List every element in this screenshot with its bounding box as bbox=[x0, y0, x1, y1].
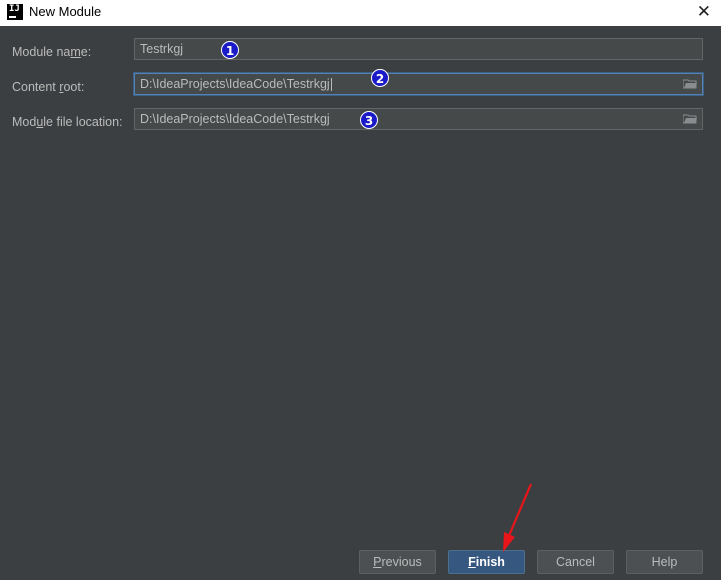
module-file-location-label-text: Module file location: bbox=[12, 115, 123, 129]
help-button[interactable]: Help bbox=[626, 550, 703, 574]
module-file-location-label: Module file location: bbox=[12, 115, 123, 129]
module-file-location-value: D:\IdeaProjects\IdeaCode\Testrkgj bbox=[140, 112, 330, 126]
previous-button-label: Previous bbox=[373, 555, 422, 569]
dialog-body: Module name: Testrkgj 1 Content root: D:… bbox=[0, 26, 721, 580]
cancel-button[interactable]: Cancel bbox=[537, 550, 614, 574]
close-icon[interactable]: ✕ bbox=[697, 2, 711, 22]
app-icon-text: IJ bbox=[9, 4, 20, 14]
finish-button[interactable]: Finish bbox=[448, 550, 525, 574]
annotation-badge-1: 1 bbox=[221, 41, 239, 59]
module-name-value: Testrkgj bbox=[140, 42, 184, 56]
folder-icon[interactable] bbox=[683, 79, 697, 89]
folder-icon[interactable] bbox=[683, 114, 697, 124]
annotation-badge-3: 3 bbox=[360, 111, 378, 129]
content-root-value: D:\IdeaProjects\IdeaCode\Testrkgj bbox=[140, 77, 330, 91]
content-root-input[interactable]: D:\IdeaProjects\IdeaCode\Testrkgj bbox=[134, 73, 703, 95]
window-title: New Module bbox=[29, 4, 102, 19]
content-root-label: Content root: bbox=[12, 80, 84, 94]
module-name-input[interactable]: Testrkgj bbox=[134, 38, 703, 60]
intellij-app-icon: IJ bbox=[7, 4, 23, 20]
module-file-location-input[interactable]: D:\IdeaProjects\IdeaCode\Testrkgj bbox=[134, 108, 703, 130]
text-cursor bbox=[330, 78, 332, 92]
content-root-label-text: Content root: bbox=[12, 80, 85, 94]
module-name-label: Module name: bbox=[12, 45, 91, 59]
module-name-label-text: Module name: bbox=[12, 45, 92, 59]
previous-button[interactable]: Previous bbox=[359, 550, 436, 574]
finish-button-label: Finish bbox=[468, 555, 505, 569]
title-bar: IJ New Module ✕ bbox=[0, 0, 721, 26]
annotation-badge-2: 2 bbox=[371, 69, 389, 87]
